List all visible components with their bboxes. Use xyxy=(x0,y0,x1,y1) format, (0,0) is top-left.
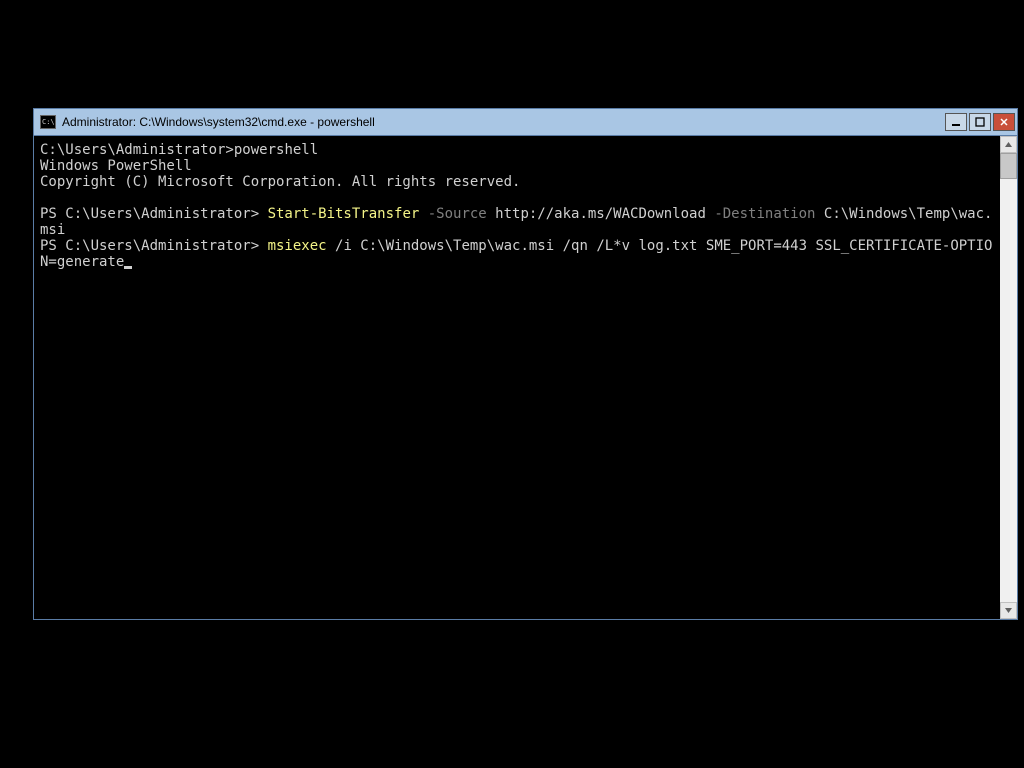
client-area: C:\Users\Administrator>powershell Window… xyxy=(34,135,1017,619)
scroll-track[interactable] xyxy=(1000,153,1017,602)
minimize-button[interactable] xyxy=(945,113,967,131)
ps-cmdlet: Start-BitsTransfer xyxy=(268,206,420,222)
cmd-prompt: C:\Users\Administrator> xyxy=(40,142,234,158)
ps-value-source: http://aka.ms/WACDownload xyxy=(487,206,706,222)
titlebar[interactable]: C:\ Administrator: C:\Windows\system32\c… xyxy=(34,109,1017,135)
ps-param-source: -Source xyxy=(419,206,486,222)
close-button[interactable] xyxy=(993,113,1015,131)
window-title: Administrator: C:\Windows\system32\cmd.e… xyxy=(62,115,945,129)
cursor-icon xyxy=(124,266,132,269)
scroll-down-button[interactable] xyxy=(1000,602,1017,619)
terminal-output[interactable]: C:\Users\Administrator>powershell Window… xyxy=(34,136,1000,619)
ps-prompt-1: PS C:\Users\Administrator> xyxy=(40,206,268,222)
maximize-button[interactable] xyxy=(969,113,991,131)
ps-banner-1: Windows PowerShell xyxy=(40,158,192,174)
window-controls xyxy=(945,113,1015,131)
ps-prompt-2: PS C:\Users\Administrator> xyxy=(40,238,268,254)
cmd-window: C:\ Administrator: C:\Windows\system32\c… xyxy=(33,108,1018,620)
vertical-scrollbar[interactable] xyxy=(1000,136,1017,619)
cmd-icon: C:\ xyxy=(40,115,56,129)
scroll-thumb[interactable] xyxy=(1000,153,1017,179)
ps-banner-2: Copyright (C) Microsoft Corporation. All… xyxy=(40,174,520,190)
cmd-input: powershell xyxy=(234,142,318,158)
ps-cmd-msiexec: msiexec xyxy=(268,238,327,254)
ps-param-dest: -Destination xyxy=(706,206,816,222)
scroll-up-button[interactable] xyxy=(1000,136,1017,153)
